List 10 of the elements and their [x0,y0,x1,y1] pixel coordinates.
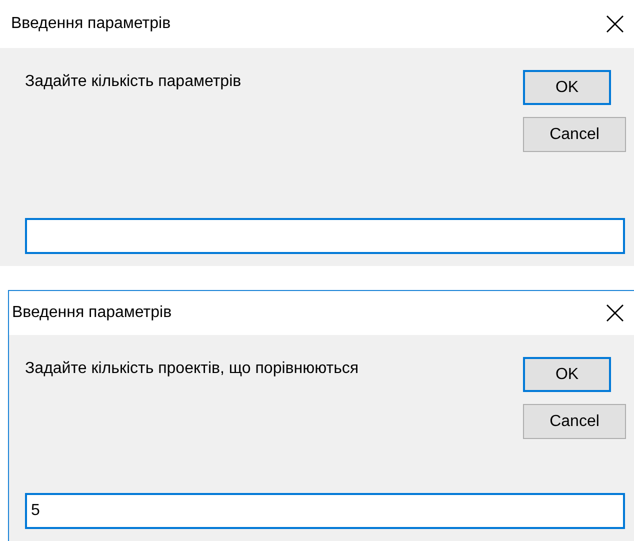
window-title: Введення параметрів [11,14,171,34]
input-field[interactable] [25,218,625,254]
cancel-button[interactable]: Cancel [523,404,626,439]
prompt-text: Задайте кількість параметрів [25,72,242,92]
ok-button[interactable]: OK [523,357,611,392]
prompt-text: Задайте кількість проектів, що порівнюються [25,359,359,379]
ok-button[interactable]: OK [523,70,611,105]
input-field[interactable]: 5 [25,493,625,529]
cancel-button[interactable]: Cancel [523,117,626,152]
window-title: Введення параметрів [12,303,172,323]
